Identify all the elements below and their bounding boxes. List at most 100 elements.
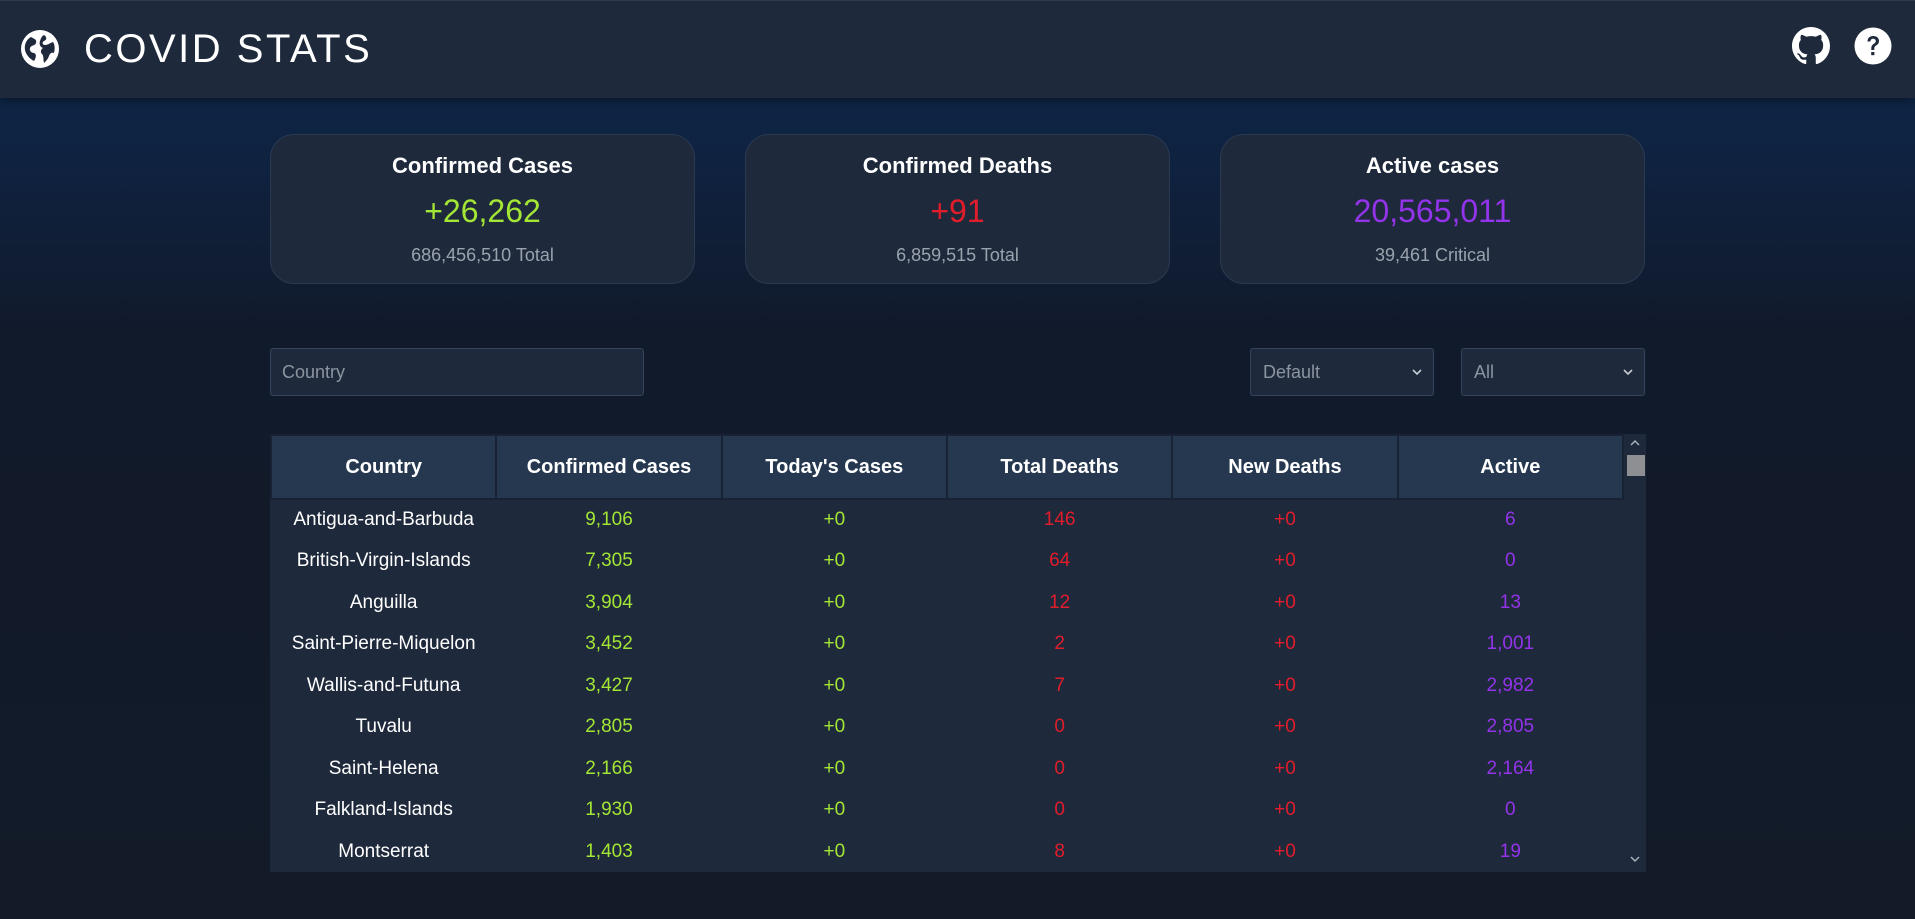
cell-active: 13 bbox=[1499, 591, 1521, 613]
cell-active: 2,982 bbox=[1486, 674, 1535, 696]
cell-new-deaths: +0 bbox=[1274, 716, 1296, 738]
cell-country: Saint-Pierre-Miquelon bbox=[291, 633, 476, 655]
chevron-down-icon bbox=[1623, 369, 1633, 376]
cell-country: Saint-Helena bbox=[328, 757, 439, 779]
scroll-up-arrow-icon[interactable] bbox=[1629, 438, 1641, 448]
table-row: Wallis-and-Futuna 3,427 +0 7 +0 2,982 bbox=[271, 665, 1623, 707]
card-subtext: 686,456,510 Total bbox=[411, 245, 554, 265]
table-row: Saint-Helena 2,166 +0 0 +0 2,164 bbox=[271, 748, 1623, 790]
chevron-down-icon bbox=[1412, 369, 1422, 376]
column-header-active[interactable]: Active bbox=[1396, 434, 1625, 500]
confirmed-deaths-card: Confirmed Deaths +91 6,859,515 Total bbox=[745, 134, 1170, 284]
cell-today: +0 bbox=[823, 674, 846, 696]
cell-country: Falkland-Islands bbox=[314, 799, 453, 821]
cell-deaths: 8 bbox=[1054, 840, 1065, 862]
country-search-input[interactable] bbox=[270, 348, 644, 396]
app-title: COVID STATS bbox=[84, 27, 373, 71]
column-header-total-deaths[interactable]: Total Deaths bbox=[945, 434, 1174, 500]
table-scrollbar[interactable] bbox=[1624, 434, 1646, 872]
cell-new-deaths: +0 bbox=[1274, 799, 1296, 821]
cell-deaths: 12 bbox=[1049, 591, 1071, 613]
cell-deaths: 0 bbox=[1054, 716, 1065, 738]
table-row: British-Virgin-Islands 7,305 +0 64 +0 0 bbox=[271, 541, 1623, 583]
cell-new-deaths: +0 bbox=[1274, 757, 1296, 779]
cell-today: +0 bbox=[823, 840, 846, 862]
cell-deaths: 0 bbox=[1054, 757, 1065, 779]
cell-active: 1,001 bbox=[1486, 633, 1535, 655]
active-cases-card: Active cases 20,565,011 39,461 Critical bbox=[1220, 134, 1645, 284]
cell-country: Montserrat bbox=[338, 840, 430, 862]
cell-new-deaths: +0 bbox=[1274, 840, 1296, 862]
cell-today: +0 bbox=[823, 550, 846, 572]
cell-confirmed: 9,106 bbox=[585, 509, 633, 531]
globe-icon bbox=[21, 30, 59, 68]
sort-select[interactable]: Default bbox=[1250, 348, 1434, 396]
cell-today: +0 bbox=[823, 633, 846, 655]
app-header: COVID STATS bbox=[0, 0, 1915, 98]
card-value: +26,262 bbox=[424, 193, 541, 229]
card-value: +91 bbox=[930, 193, 985, 229]
cell-active: 6 bbox=[1505, 509, 1516, 531]
cell-new-deaths: +0 bbox=[1274, 550, 1296, 572]
cell-active: 19 bbox=[1499, 840, 1521, 862]
table-row: Anguilla 3,904 +0 12 +0 13 bbox=[271, 582, 1623, 624]
table-row: Falkland-Islands 1,930 +0 0 +0 0 bbox=[271, 790, 1623, 832]
filter-select-value: All bbox=[1474, 362, 1495, 382]
card-value: 20,565,011 bbox=[1353, 193, 1512, 229]
cell-new-deaths: +0 bbox=[1274, 509, 1296, 531]
table-header-row: Country Confirmed Cases Today's Cases To… bbox=[270, 434, 1625, 500]
column-header-confirmed-cases[interactable]: Confirmed Cases bbox=[495, 434, 723, 500]
cell-today: +0 bbox=[823, 509, 846, 531]
cell-deaths: 2 bbox=[1054, 633, 1065, 655]
sort-select-value: Default bbox=[1263, 362, 1321, 382]
column-header-new-deaths[interactable]: New Deaths bbox=[1171, 434, 1399, 500]
cell-confirmed: 3,427 bbox=[585, 674, 633, 696]
cell-active: 0 bbox=[1505, 799, 1516, 821]
cell-new-deaths: +0 bbox=[1274, 674, 1296, 696]
table-row: Antigua-and-Barbuda 9,106 +0 146 +0 6 bbox=[271, 499, 1623, 541]
cell-country: Antigua-and-Barbuda bbox=[293, 509, 474, 531]
cell-deaths: 146 bbox=[1043, 509, 1076, 531]
cell-confirmed: 2,805 bbox=[585, 716, 633, 738]
table-row: Saint-Pierre-Miquelon 3,452 +0 2 +0 1,00… bbox=[271, 624, 1623, 666]
cell-confirmed: 7,305 bbox=[585, 550, 633, 572]
table-row: Montserrat 1,403 +0 8 +0 19 bbox=[271, 831, 1623, 872]
card-title: Confirmed Cases bbox=[392, 153, 573, 178]
cell-country: British-Virgin-Islands bbox=[296, 550, 471, 572]
confirmed-cases-card: Confirmed Cases +26,262 686,456,510 Tota… bbox=[270, 134, 695, 284]
cell-deaths: 64 bbox=[1049, 550, 1071, 572]
cell-today: +0 bbox=[823, 591, 846, 613]
cell-today: +0 bbox=[823, 799, 846, 821]
card-subtext: 39,461 Critical bbox=[1374, 245, 1491, 265]
cell-confirmed: 3,452 bbox=[585, 633, 633, 655]
cell-active: 2,805 bbox=[1486, 716, 1535, 738]
help-circle-icon[interactable] bbox=[1854, 27, 1892, 65]
cell-active: 0 bbox=[1505, 550, 1516, 572]
cell-deaths: 0 bbox=[1054, 799, 1065, 821]
github-icon[interactable] bbox=[1792, 27, 1830, 65]
cell-new-deaths: +0 bbox=[1274, 591, 1296, 613]
cell-today: +0 bbox=[823, 757, 846, 779]
filter-select[interactable]: All bbox=[1461, 348, 1645, 396]
column-header-country[interactable]: Country bbox=[270, 434, 498, 500]
card-subtext: 6,859,515 Total bbox=[896, 245, 1019, 265]
cell-active: 2,164 bbox=[1486, 757, 1535, 779]
table-row: Tuvalu 2,805 +0 0 +0 2,805 bbox=[271, 707, 1623, 749]
cell-new-deaths: +0 bbox=[1274, 633, 1296, 655]
cell-country: Wallis-and-Futuna bbox=[306, 674, 461, 696]
cell-confirmed: 1,403 bbox=[585, 840, 633, 862]
cell-confirmed: 2,166 bbox=[585, 757, 633, 779]
card-title: Active cases bbox=[1365, 153, 1500, 178]
cell-deaths: 7 bbox=[1054, 674, 1065, 696]
scrollbar-thumb[interactable] bbox=[1627, 455, 1645, 476]
cell-country: Tuvalu bbox=[355, 716, 412, 738]
country-table-container[interactable]: Country Confirmed Cases Today's Cases To… bbox=[270, 434, 1646, 872]
country-table: Country Confirmed Cases Today's Cases To… bbox=[270, 434, 1625, 872]
scroll-down-arrow-icon[interactable] bbox=[1629, 854, 1641, 864]
cell-confirmed: 1,930 bbox=[585, 799, 633, 821]
cell-confirmed: 3,904 bbox=[585, 591, 633, 613]
cell-country: Anguilla bbox=[349, 591, 418, 613]
card-title: Confirmed Deaths bbox=[862, 153, 1053, 178]
column-header-todays-cases[interactable]: Today's Cases bbox=[720, 434, 948, 500]
cell-today: +0 bbox=[823, 716, 846, 738]
